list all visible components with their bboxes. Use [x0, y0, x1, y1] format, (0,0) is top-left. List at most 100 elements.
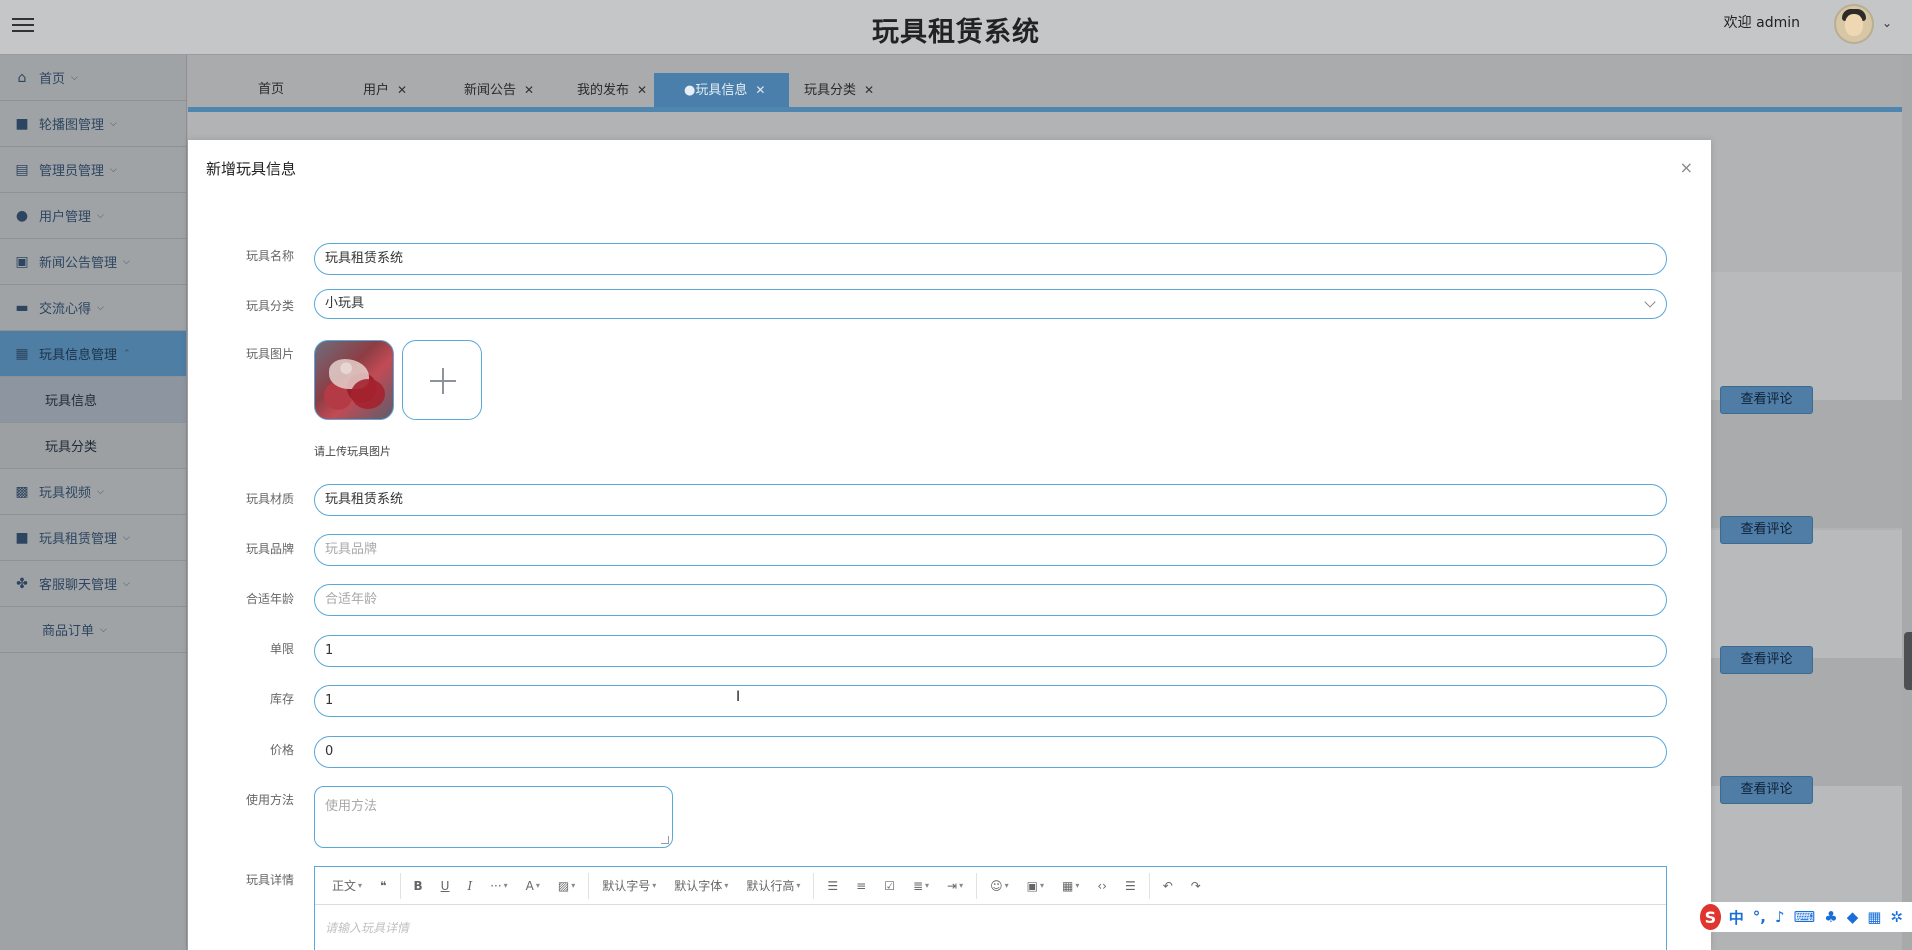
game-icon[interactable]: ◆	[1847, 908, 1859, 926]
emoji-icon[interactable]: ☺ ▾	[981, 879, 1018, 893]
close-icon[interactable]: ✕	[864, 83, 874, 97]
sidebar-item-rental[interactable]: ■ 玩具租赁管理 ⌵	[0, 515, 186, 561]
image-icon[interactable]: ▣ ▾	[1018, 879, 1053, 893]
chevron-down-icon[interactable]: ⌄	[1882, 16, 1892, 30]
sidebar-item-carousel[interactable]: ■ 轮播图管理 ⌵	[0, 101, 186, 147]
sidebar-item-chat[interactable]: ✤ 客服聊天管理 ⌵	[0, 561, 186, 607]
todo-list-icon[interactable]: ☑	[875, 879, 904, 893]
code-icon[interactable]: ‹›	[1088, 879, 1116, 893]
close-icon[interactable]: ✕	[397, 83, 407, 97]
toolbar-divider	[588, 872, 590, 899]
editor-placeholder: 请输入玩具详情	[325, 921, 410, 935]
tab-users[interactable]: 用户 ✕	[363, 73, 407, 107]
toy-detail-label: 玩具详情	[245, 873, 294, 887]
chevron-down-icon: ⌵	[123, 578, 130, 589]
sidebar-item-exchange[interactable]: ▬ 交流心得 ⌵	[0, 285, 186, 331]
bold-icon[interactable]: B	[405, 879, 432, 893]
toolbox-icon[interactable]: ▦	[1867, 908, 1881, 926]
view-comments-button[interactable]: 查看评论	[1720, 646, 1813, 674]
sidebar-item-home[interactable]: ⌂ 首页 ⌵	[0, 55, 186, 101]
editor-toolbar: 正文 ▾ ❝ B U I ··· ▾ A ▾ ▨ ▾ 默认字号 ▾ 默认字体 ▾ 默认行高 ▾…	[315, 867, 1666, 905]
undo-icon[interactable]: ↶	[1154, 879, 1182, 893]
sidebar-item-videos[interactable]: ▩ 玩具视频 ⌵	[0, 469, 186, 515]
image-upload-button[interactable]	[402, 340, 482, 420]
toy-name-input[interactable]: 玩具租赁系统	[314, 243, 1667, 275]
keyboard-icon[interactable]: ⌨	[1794, 908, 1816, 926]
suitable-age-input[interactable]: 合适年龄	[314, 584, 1667, 616]
apps-icon: ✤	[16, 575, 28, 592]
italic-icon[interactable]: I	[458, 879, 481, 893]
tab-my-posts[interactable]: 我的发布 ✕	[577, 73, 647, 107]
upload-tip: 请上传玩具图片	[314, 445, 391, 458]
line-height-dropdown[interactable]: 默认行高 ▾	[737, 877, 809, 894]
background-color-icon[interactable]: ▨ ▾	[549, 879, 584, 893]
gear-icon[interactable]: ✲	[1890, 908, 1903, 926]
table-row	[1700, 400, 1902, 528]
sidebar-item-admins[interactable]: ▤ 管理员管理 ⌵	[0, 147, 186, 193]
usage-textarea[interactable]: 使用方法	[314, 786, 673, 848]
resize-handle[interactable]	[661, 836, 669, 844]
tab-toy-category[interactable]: 玩具分类 ✕	[804, 73, 874, 107]
paragraph-dropdown[interactable]: 正文 ▾	[323, 877, 371, 894]
caret-down-icon: ▾	[358, 881, 363, 890]
skin-icon[interactable]: ♣	[1824, 908, 1837, 926]
folder-icon: ■	[15, 115, 29, 132]
toy-category-select[interactable]: 小玩具	[314, 289, 1667, 319]
sidebar: ⌂ 首页 ⌵ ■ 轮播图管理 ⌵ ▤ 管理员管理 ⌵ ● 用户管理 ⌵ ▣ 新闻…	[0, 55, 187, 950]
uploaded-image-thumbnail[interactable]	[314, 340, 394, 420]
microphone-icon[interactable]: ♪	[1775, 908, 1785, 926]
suitable-age-label: 合适年龄	[245, 592, 294, 606]
close-icon[interactable]: ×	[1680, 158, 1693, 177]
sidebar-item-news[interactable]: ▣ 新闻公告管理 ⌵	[0, 239, 186, 285]
sidebar-item-orders[interactable]: 商品订单 ⌵	[0, 607, 186, 653]
redo-icon[interactable]: ↷	[1182, 879, 1210, 893]
punctuation-icon[interactable]: °,	[1753, 908, 1766, 926]
font-family-label: 默认字体	[674, 879, 723, 893]
view-comments-button[interactable]: 查看评论	[1720, 516, 1813, 544]
limit-input[interactable]: 1	[314, 635, 1667, 667]
tab-label: 玩具分类	[804, 83, 857, 98]
font-family-dropdown[interactable]: 默认字体 ▾	[665, 877, 737, 894]
grid-icon: ▩	[15, 483, 29, 500]
bullet-list-icon[interactable]: ☰	[818, 879, 847, 893]
more-style-icon[interactable]: ··· ▾	[481, 879, 516, 893]
view-comments-button[interactable]: 查看评论	[1720, 386, 1813, 414]
price-input[interactable]: 0	[314, 736, 1667, 768]
scrollbar[interactable]	[1904, 632, 1912, 690]
avatar[interactable]	[1834, 4, 1874, 44]
tab-home[interactable]: 首页	[258, 73, 284, 107]
sidebar-subitem-toy-category[interactable]: 玩具分类	[0, 423, 186, 469]
sidebar-item-toy-info[interactable]: ▦ 玩具信息管理 ⌃	[0, 331, 186, 377]
indent-icon[interactable]: ⇥ ▾	[938, 879, 972, 893]
sidebar-item-users[interactable]: ● 用户管理 ⌵	[0, 193, 186, 239]
close-icon[interactable]: ✕	[524, 83, 534, 97]
quote-icon[interactable]: ❝	[371, 879, 395, 893]
toy-material-input[interactable]: 玩具租赁系统	[314, 484, 1667, 516]
plus-icon-vertical	[442, 368, 444, 394]
font-size-dropdown[interactable]: 默认字号 ▾	[593, 877, 665, 894]
align-icon[interactable]: ≣ ▾	[904, 879, 938, 893]
sidebar-subitem-toy-info[interactable]: 玩具信息	[0, 377, 186, 423]
toy-brand-input[interactable]: 玩具品牌	[314, 534, 1667, 566]
toolbar-divider	[813, 872, 815, 899]
sidebar-item-label: 玩具信息管理	[39, 348, 118, 363]
toolbar-divider	[1148, 872, 1150, 899]
ime-mode-indicator[interactable]: 中	[1729, 907, 1744, 928]
divider-line-icon[interactable]: ☰	[1116, 879, 1145, 893]
rich-text-editor[interactable]: 正文 ▾ ❝ B U I ··· ▾ A ▾ ▨ ▾ 默认字号 ▾ 默认字体 ▾ 默认行高 ▾…	[314, 866, 1667, 950]
tab-toy-info[interactable]: ●玩具信息 ✕	[654, 73, 790, 107]
font-color-icon[interactable]: A ▾	[517, 879, 549, 893]
view-comments-button[interactable]: 查看评论	[1720, 776, 1813, 804]
numbered-list-icon[interactable]: ≡	[847, 879, 875, 893]
table-icon[interactable]: ▦ ▾	[1053, 879, 1088, 893]
tab-news[interactable]: 新闻公告 ✕	[464, 73, 534, 107]
underline-icon[interactable]: U	[432, 879, 459, 893]
sidebar-item-label: 客服聊天管理	[39, 578, 118, 593]
close-icon[interactable]: ✕	[755, 83, 765, 97]
dialog-title: 新增玩具信息	[206, 160, 297, 178]
stock-input[interactable]: 1	[314, 685, 1667, 717]
ime-toolbar[interactable]: S 中 °, ♪ ⌨ ♣ ◆ ▦ ✲	[1694, 902, 1912, 932]
toy-name-label: 玩具名称	[245, 249, 294, 263]
close-icon[interactable]: ✕	[637, 83, 647, 97]
sidebar-item-label: 玩具视频	[39, 486, 92, 501]
